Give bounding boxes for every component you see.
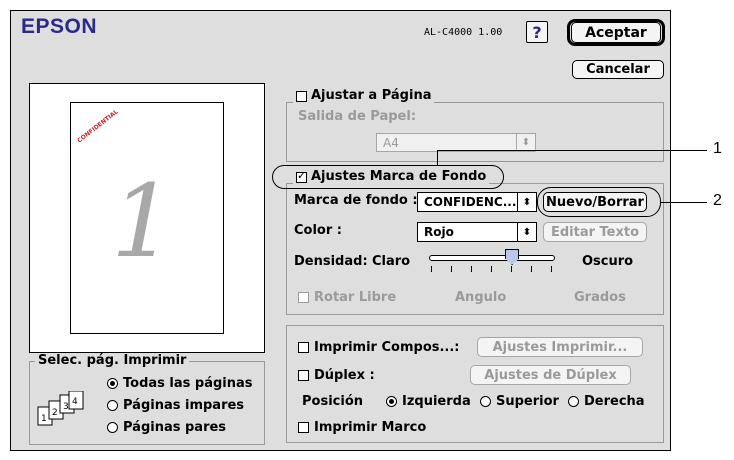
edit-text-button: Editar Texto (543, 222, 647, 242)
callout-number-2: 2 (713, 192, 722, 209)
preview-page: CONFIDENTIAL 1 (70, 102, 224, 334)
slider-tick (551, 266, 552, 272)
checkbox-icon (296, 90, 307, 102)
position-label: Posición (302, 394, 364, 409)
svg-text:2: 2 (52, 408, 58, 418)
svg-text:4: 4 (72, 397, 78, 407)
density-label: Densidad: (294, 254, 368, 269)
callout-ellipse-2 (537, 187, 661, 217)
callout-line-1 (437, 150, 707, 151)
angle-label: Angulo (455, 290, 507, 305)
radio-icon (107, 378, 118, 389)
radio-icon (568, 396, 579, 407)
density-dark-label: Oscuro (582, 254, 634, 269)
radio-top[interactable]: Superior (480, 394, 559, 409)
preview-page-number: 1 (111, 163, 175, 280)
duplex-checkbox[interactable]: Dúplex : (298, 368, 375, 383)
radio-all-pages[interactable]: Todas las páginas (107, 376, 253, 391)
fit-to-page-checkbox[interactable]: Ajustar a Página (293, 89, 435, 103)
slider-tick (511, 266, 512, 272)
radio-left[interactable]: Izquierda (386, 394, 471, 409)
density-light-label: Claro (372, 254, 411, 269)
slider-tick (471, 266, 472, 272)
page-selection-title: Selec. pág. Imprimir (35, 354, 190, 368)
print-layout-checkbox[interactable]: Imprimir Compos...: (298, 340, 460, 355)
duplex-settings-button: Ajustes de Dúplex (470, 365, 631, 385)
watermark-mark-select[interactable]: CONFIDENC... ⬍ (417, 192, 537, 212)
radio-icon (386, 396, 397, 407)
callout-line-1-drop (437, 150, 438, 166)
radio-right[interactable]: Derecha (568, 394, 645, 409)
watermark-color-select[interactable]: Rojo ⬍ (417, 222, 537, 242)
radio-odd-pages[interactable]: Páginas impares (107, 398, 244, 413)
watermark-mark-label: Marca de fondo : (294, 193, 418, 208)
preview-panel: CONFIDENTIAL 1 (29, 83, 265, 353)
cancel-button[interactable]: Cancelar (572, 60, 664, 79)
updown-arrow-icon: ⬍ (517, 193, 536, 211)
checkbox-icon (298, 292, 309, 303)
slider-tick (491, 266, 492, 272)
help-icon[interactable]: ? (526, 21, 548, 43)
degrees-label: Grados (574, 290, 626, 305)
model-version: AL-C4000 1.00 (424, 27, 503, 38)
radio-icon (107, 422, 118, 433)
preview-watermark: CONFIDENTIAL (76, 108, 120, 145)
checkbox-icon (298, 422, 309, 433)
svg-text:1: 1 (41, 414, 47, 424)
callout-ellipse-1 (272, 165, 504, 189)
density-slider-track[interactable] (429, 255, 555, 261)
ok-button[interactable]: Aceptar (571, 22, 661, 43)
slider-tick (451, 266, 452, 272)
free-rotate-checkbox: Rotar Libre (298, 290, 396, 305)
output-paper-label: Salida de Papel: (298, 109, 417, 124)
print-layout-settings-button: Ajustes Imprimir... (477, 337, 643, 357)
watermark-color-label: Color : (294, 223, 342, 238)
page-order-icon: 1 2 3 4 (37, 391, 84, 426)
print-frame-checkbox[interactable]: Imprimir Marco (298, 420, 426, 435)
radio-icon (480, 396, 491, 407)
epson-logo: EPSON (21, 15, 98, 38)
checkbox-icon (298, 342, 309, 353)
radio-icon (107, 400, 118, 411)
radio-even-pages[interactable]: Páginas pares (107, 420, 226, 435)
slider-tick (431, 266, 432, 272)
print-options-dialog: EPSON AL-C4000 1.00 ? Aceptar Cancelar C… (10, 10, 671, 451)
checkbox-icon (298, 370, 309, 381)
updown-arrow-icon: ⬍ (516, 134, 535, 151)
updown-arrow-icon: ⬍ (517, 223, 536, 241)
callout-number-1: 1 (713, 140, 722, 157)
density-slider-ticks (431, 266, 552, 272)
svg-text:3: 3 (63, 402, 69, 412)
slider-tick (531, 266, 532, 272)
callout-line-2 (660, 202, 707, 203)
